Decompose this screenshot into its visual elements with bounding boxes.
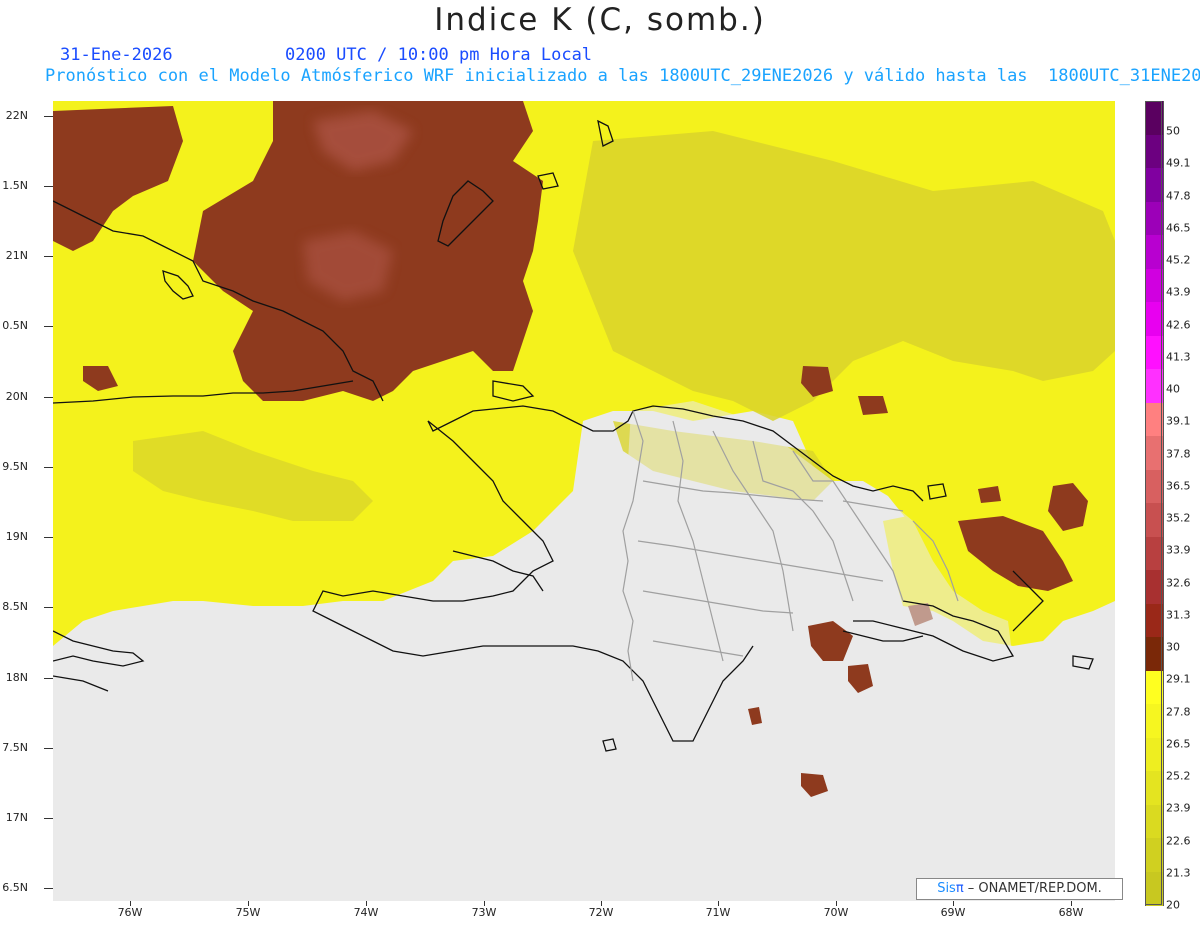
lat-label: 22N <box>5 109 28 122</box>
colorbar-label: 43.9 <box>1166 285 1191 299</box>
lon-label: 76W <box>117 906 143 919</box>
lat-tick <box>44 607 53 608</box>
lat-tick <box>44 467 53 468</box>
map-area <box>53 101 1115 901</box>
colorbar-label: 26.5 <box>1166 737 1191 751</box>
forecast-date: 31-Ene-2026 <box>60 45 173 65</box>
lon-tick <box>484 901 485 906</box>
colorbar-label: 25.2 <box>1166 769 1191 783</box>
colorbar-label: 33.9 <box>1166 543 1191 557</box>
brand-sis: Sis <box>937 881 956 896</box>
map-shading <box>53 101 1115 901</box>
lat-tick <box>44 326 53 327</box>
high-k-east-4 <box>978 486 1001 503</box>
lon-label: 68W <box>1058 906 1084 919</box>
lon-label: 70W <box>823 906 849 919</box>
colorbar-label: 49.1 <box>1166 156 1191 170</box>
lon-tick <box>130 901 131 906</box>
forecast-note: Pronóstico con el Modelo Atmósferico WRF… <box>45 66 1200 86</box>
lat-tick <box>44 256 53 257</box>
lon-tick <box>366 901 367 906</box>
lat-tick <box>44 818 53 819</box>
colorbar-label: 29.1 <box>1166 672 1191 686</box>
lon-label: 71W <box>705 906 731 919</box>
brand-badge: Sisπ – ONAMET/REP.DOM. <box>916 878 1123 900</box>
colorbar-label: 23.9 <box>1166 801 1191 815</box>
colorbar-label: 39.1 <box>1166 414 1191 428</box>
colorbar-label: 45.2 <box>1166 253 1191 267</box>
lat-tick <box>44 748 53 749</box>
lon-tick <box>718 901 719 906</box>
lat-label: 6.5N <box>2 881 28 894</box>
forecast-time: 0200 UTC / 10:00 pm Hora Local <box>285 45 593 65</box>
colorbar-label: 37.8 <box>1166 447 1191 460</box>
lat-tick <box>44 397 53 398</box>
lon-tick <box>601 901 602 906</box>
colorbar-label: 22.6 <box>1166 834 1191 847</box>
lat-tick <box>44 888 53 889</box>
lon-tick <box>836 901 837 906</box>
lat-tick <box>44 537 53 538</box>
map-title: Indice K (C, somb.) <box>434 2 766 38</box>
lat-tick <box>44 116 53 117</box>
lon-label: 74W <box>353 906 379 919</box>
colorbar-label: 41.3 <box>1166 350 1191 364</box>
colorbar-label: 36.5 <box>1166 479 1191 493</box>
lat-label: 0.5N <box>2 319 28 332</box>
lat-label: 20N <box>5 390 28 403</box>
lon-label: 72W <box>588 906 614 919</box>
lon-label: 75W <box>235 906 261 919</box>
lat-label: 8.5N <box>2 600 28 613</box>
lat-label: 17N <box>5 811 28 824</box>
colorbar-label: 35.2 <box>1166 511 1191 525</box>
lon-tick <box>1071 901 1072 906</box>
lat-label: 18N <box>5 671 28 684</box>
colorbar-label: 30 <box>1166 640 1180 654</box>
lat-label: 21N <box>5 249 28 262</box>
colorbar-outline <box>1145 101 1162 905</box>
colorbar-label: 46.5 <box>1166 221 1191 235</box>
high-k-north-east-2 <box>858 396 888 415</box>
brand-org: – ONAMET/REP.DOM. <box>963 881 1102 896</box>
colorbar-label: 42.6 <box>1166 318 1191 331</box>
lat-label: 19N <box>5 530 28 543</box>
lat-label: 1.5N <box>2 179 28 192</box>
colorbar-label: 27.8 <box>1166 705 1191 718</box>
lon-label: 73W <box>471 906 497 919</box>
lon-tick <box>953 901 954 906</box>
colorbar-label: 32.6 <box>1166 576 1191 589</box>
colorbar-label: 47.8 <box>1166 189 1191 202</box>
lat-label: 7.5N <box>2 741 28 754</box>
colorbar-label: 20 <box>1166 898 1180 912</box>
colorbar-label: 21.3 <box>1166 866 1191 880</box>
colorbar-label: 40 <box>1166 382 1180 396</box>
lat-tick <box>44 186 53 187</box>
colorbar-label: 31.3 <box>1166 608 1191 622</box>
lat-tick <box>44 678 53 679</box>
lat-label: 9.5N <box>2 460 28 473</box>
colorbar-label: 50 <box>1166 124 1180 138</box>
lon-tick <box>248 901 249 906</box>
lon-label: 69W <box>940 906 966 919</box>
brand-pi: π <box>955 881 964 896</box>
